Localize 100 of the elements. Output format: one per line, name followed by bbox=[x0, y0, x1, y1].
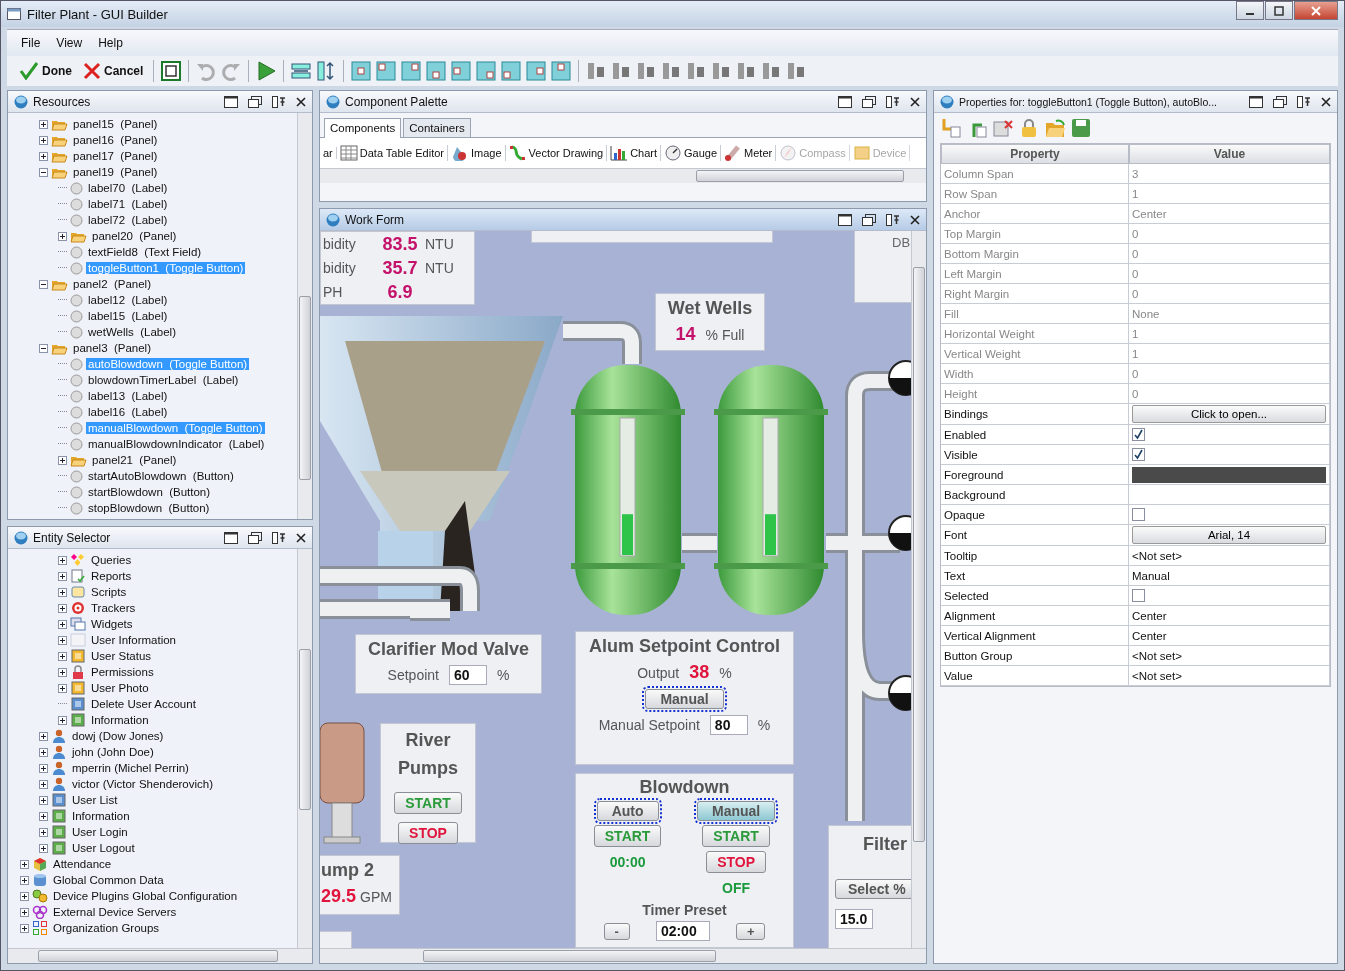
tree-item[interactable]: startBlowdown (Button) bbox=[86, 486, 213, 498]
frame-icon[interactable] bbox=[160, 60, 183, 82]
tree-item[interactable]: User Photo bbox=[89, 682, 151, 694]
column-header[interactable]: Value bbox=[1129, 144, 1330, 164]
setpoint-field[interactable]: 60 bbox=[448, 665, 487, 685]
expand-toggle[interactable] bbox=[58, 603, 67, 613]
expand-toggle[interactable] bbox=[20, 891, 29, 901]
tree-item[interactable]: User Information bbox=[89, 634, 178, 646]
expand-toggle[interactable] bbox=[58, 667, 67, 677]
expand-toggle[interactable] bbox=[58, 635, 67, 645]
expand-toggle[interactable] bbox=[20, 923, 29, 933]
anchor-icon[interactable] bbox=[500, 60, 523, 82]
timer-field[interactable]: 02:00 bbox=[655, 921, 710, 941]
expand-toggle[interactable] bbox=[20, 859, 29, 869]
close-icon[interactable] bbox=[910, 96, 920, 107]
expand-toggle[interactable] bbox=[39, 167, 48, 177]
expand-toggle[interactable] bbox=[39, 843, 48, 853]
tree-item[interactable]: blowdownTimerLabel (Label) bbox=[86, 374, 241, 386]
minimize-icon[interactable] bbox=[1236, 1, 1264, 20]
tree-item[interactable]: panel21 (Panel) bbox=[90, 454, 179, 466]
toggle-button[interactable]: Manual bbox=[645, 689, 724, 709]
expand-toggle[interactable] bbox=[58, 455, 67, 465]
close-icon[interactable] bbox=[1321, 96, 1331, 107]
scroll-thumb[interactable] bbox=[913, 266, 925, 843]
checkbox[interactable] bbox=[1132, 508, 1145, 521]
expand-toggle[interactable] bbox=[39, 279, 48, 289]
expand-toggle[interactable] bbox=[58, 619, 67, 629]
tree-item[interactable]: Information bbox=[89, 714, 151, 726]
palette-item[interactable]: Vector Drawing bbox=[505, 145, 608, 161]
play-icon[interactable] bbox=[255, 60, 278, 82]
scroll-thumb[interactable] bbox=[38, 950, 278, 962]
maximize-icon[interactable] bbox=[1265, 1, 1293, 20]
tree-item[interactable]: victor (Victor Shenderovich) bbox=[70, 778, 216, 790]
save-icon[interactable] bbox=[1070, 117, 1092, 139]
palette-item[interactable]: Gauge bbox=[661, 145, 722, 161]
tree-item[interactable]: label12 (Label) bbox=[86, 294, 170, 306]
value-field[interactable]: 15.0 bbox=[835, 909, 873, 929]
tree-item[interactable]: Attendance bbox=[51, 858, 114, 870]
expand-toggle[interactable] bbox=[58, 587, 67, 597]
tab[interactable]: Containers bbox=[403, 118, 471, 137]
tree-item[interactable]: Information bbox=[70, 810, 132, 822]
expand-toggle[interactable] bbox=[20, 907, 29, 917]
menu-item[interactable]: File bbox=[15, 34, 47, 52]
close-icon[interactable] bbox=[296, 532, 306, 543]
cancel-button[interactable]: Cancel bbox=[79, 60, 148, 82]
stop-button[interactable]: STOP bbox=[398, 822, 458, 844]
palette-item[interactable]: Data Table Editor bbox=[336, 145, 448, 161]
tree-item[interactable]: User Login bbox=[70, 826, 130, 838]
scroll-thumb[interactable] bbox=[695, 170, 904, 182]
restore-icon[interactable] bbox=[224, 531, 238, 544]
tree-item[interactable]: label72 (Label) bbox=[86, 214, 170, 226]
expand-toggle[interactable] bbox=[39, 779, 48, 789]
anchor-icon[interactable] bbox=[350, 60, 373, 82]
tree-item[interactable]: panel2 (Panel) bbox=[71, 278, 153, 290]
tree-item[interactable]: john (John Doe) bbox=[70, 746, 156, 758]
expand-toggle[interactable] bbox=[39, 811, 48, 821]
tree-item[interactable]: stopBlowdown (Button) bbox=[86, 502, 212, 514]
tree-item[interactable]: User Logout bbox=[70, 842, 137, 854]
expand-toggle[interactable] bbox=[39, 731, 48, 741]
tree-item[interactable]: External Device Servers bbox=[51, 906, 179, 918]
expand-toggle[interactable] bbox=[39, 763, 48, 773]
tree-item[interactable]: Reports bbox=[89, 570, 134, 582]
tree-item[interactable]: dowj (Dow Jones) bbox=[70, 730, 166, 742]
restore-icon[interactable] bbox=[1249, 95, 1263, 108]
tree-item[interactable]: label16 (Label) bbox=[86, 406, 170, 418]
tree-item[interactable]: mperrin (Michel Perrin) bbox=[70, 762, 191, 774]
horizontal-scrollbar[interactable] bbox=[320, 168, 926, 183]
expand-toggle[interactable] bbox=[58, 683, 67, 693]
palette-item[interactable]: Meter bbox=[721, 145, 777, 161]
tree-item[interactable]: Permissions bbox=[89, 666, 156, 678]
expand-toggle[interactable] bbox=[39, 747, 48, 757]
anchor-icon[interactable] bbox=[425, 60, 448, 82]
decrement-button[interactable]: - bbox=[603, 922, 630, 940]
tree-item[interactable]: panel3 (Panel) bbox=[71, 342, 153, 354]
column-header[interactable]: Property bbox=[941, 144, 1129, 164]
maximize-icon[interactable] bbox=[862, 95, 876, 108]
tree-item[interactable]: label15 (Label) bbox=[86, 310, 170, 322]
anchor-icon[interactable] bbox=[550, 60, 573, 82]
pin-icon[interactable] bbox=[272, 95, 286, 108]
tree-item[interactable]: Device Plugins Global Configuration bbox=[51, 890, 240, 902]
tree-item[interactable]: panel19 (Panel) bbox=[71, 166, 160, 178]
tree-item[interactable]: Trackers bbox=[89, 602, 138, 614]
checkbox[interactable] bbox=[1132, 448, 1145, 461]
checkbox[interactable] bbox=[1132, 428, 1145, 441]
tree-item[interactable]: panel15 (Panel) bbox=[71, 118, 160, 130]
palette-item[interactable]: Image bbox=[447, 145, 506, 161]
horizontal-scrollbar[interactable] bbox=[320, 948, 926, 963]
restore-icon[interactable] bbox=[224, 95, 238, 108]
tree-item[interactable]: panel16 (Panel) bbox=[71, 134, 160, 146]
toggle-button[interactable]: Manual bbox=[696, 801, 776, 821]
scroll-thumb[interactable] bbox=[299, 648, 311, 811]
folder-icon[interactable] bbox=[1044, 117, 1066, 139]
maximize-icon[interactable] bbox=[1273, 95, 1287, 108]
empty-value-cell[interactable] bbox=[1129, 485, 1330, 505]
done-button[interactable]: Done bbox=[15, 60, 76, 82]
expand-toggle[interactable] bbox=[39, 343, 48, 353]
tab[interactable]: Components bbox=[324, 118, 402, 138]
delete-icon[interactable] bbox=[992, 117, 1014, 139]
increment-button[interactable]: + bbox=[735, 922, 766, 940]
tree-item[interactable]: Widgets bbox=[89, 618, 135, 630]
